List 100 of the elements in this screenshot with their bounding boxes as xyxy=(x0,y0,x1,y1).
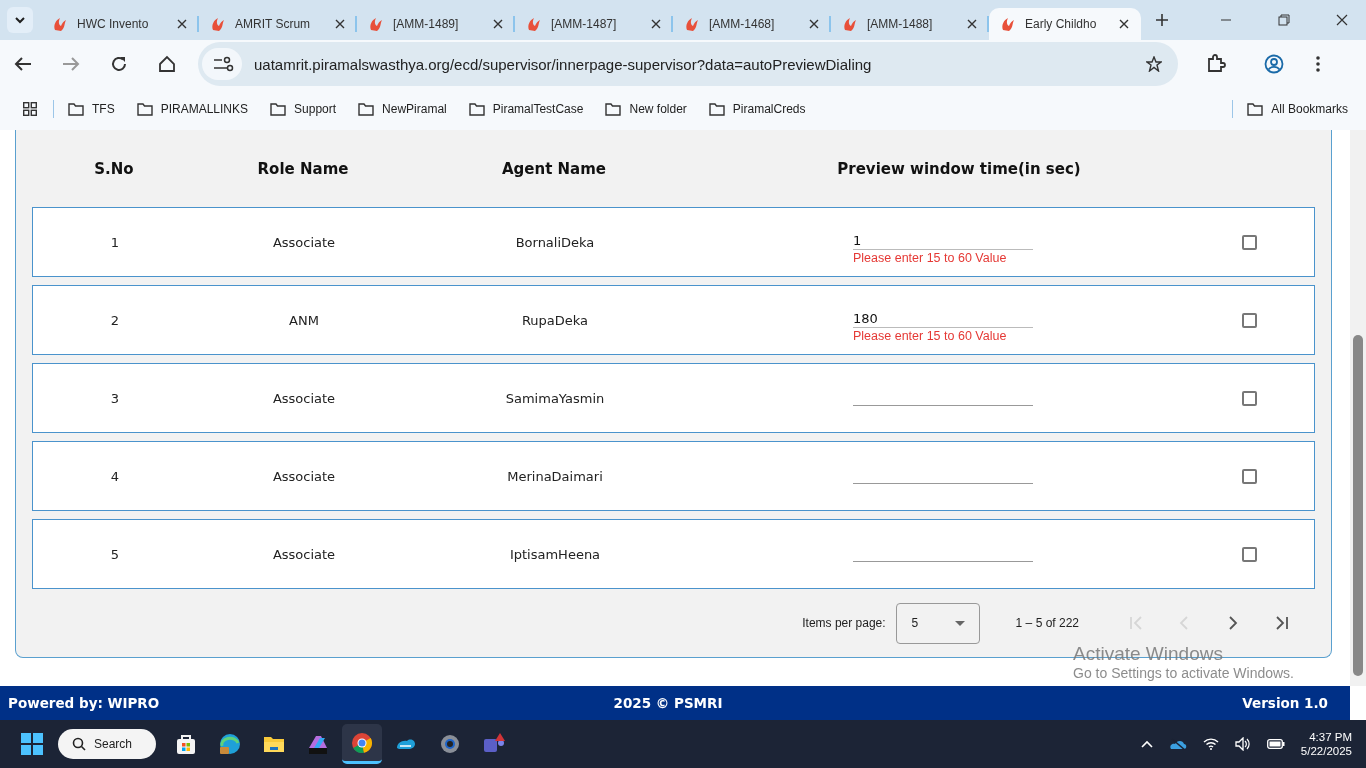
taskbar-search-field[interactable]: Search xyxy=(58,729,156,759)
battery-icon[interactable] xyxy=(1266,739,1285,749)
clock[interactable]: 4:37 PM 5/22/2025 xyxy=(1300,731,1366,757)
bookmark-star-icon[interactable] xyxy=(1146,56,1162,72)
table-cell-text: ANM xyxy=(288,312,320,328)
folder-icon xyxy=(1247,101,1264,117)
taskbar-app-button[interactable] xyxy=(342,724,382,764)
table-cell-text: 2 xyxy=(109,312,121,328)
close-icon[interactable] xyxy=(1336,14,1348,26)
table-cell-text: SamimaYasmin xyxy=(504,390,606,406)
table-cell-text: IptisamHeena xyxy=(508,546,602,562)
scrollbar[interactable] xyxy=(1350,130,1366,686)
apps-grid-icon[interactable] xyxy=(23,102,37,116)
table-cell-text: BornaliDeka xyxy=(514,234,596,250)
extensions-icon[interactable] xyxy=(1206,54,1226,74)
windows-start-icon[interactable] xyxy=(20,732,44,756)
settings-icon xyxy=(438,732,462,756)
checkbox[interactable] xyxy=(1242,312,1257,328)
home-icon[interactable] xyxy=(158,55,176,73)
folder-icon xyxy=(708,101,725,117)
column-header: S.No xyxy=(93,159,135,178)
new-tab-icon[interactable] xyxy=(1155,13,1169,27)
column-header: Role Name xyxy=(256,159,350,178)
table-cell-text: Associate xyxy=(271,546,337,562)
browser-tab[interactable]: AMRIT Scrum xyxy=(199,8,357,40)
tab-search-icon[interactable] xyxy=(7,7,33,33)
table-cell-text: 4 xyxy=(109,468,121,484)
table-cell-text: 1 xyxy=(109,234,121,250)
folder-icon xyxy=(358,101,375,117)
tab-title: Early Childho xyxy=(1025,17,1098,31)
bookmark-folder[interactable]: NewPiramal xyxy=(358,101,447,117)
browser-tab[interactable]: [AMM-1468] xyxy=(673,8,831,40)
tab-title: HWC Invento xyxy=(77,17,150,31)
table-cell-text: RupaDeka xyxy=(520,312,590,328)
folder-icon xyxy=(468,101,485,117)
checkbox[interactable] xyxy=(1242,234,1257,250)
folder-icon xyxy=(136,101,153,117)
profile-icon[interactable] xyxy=(1264,54,1284,74)
close-icon[interactable] xyxy=(651,19,661,29)
bookmark-folder[interactable]: PIRAMALLINKS xyxy=(136,101,249,117)
site-settings-icon[interactable] xyxy=(202,48,242,80)
error-message: Please enter 15 to 60 Value xyxy=(853,329,1007,343)
bookmark-folder[interactable]: New folder xyxy=(605,101,687,117)
close-icon[interactable] xyxy=(493,19,503,29)
checkbox[interactable] xyxy=(1242,546,1257,562)
page-size-select[interactable]: 5 xyxy=(895,602,980,644)
browser-tab[interactable]: Early Childho xyxy=(989,8,1141,40)
wifi-icon[interactable] xyxy=(1202,738,1219,750)
onedrive-icon[interactable] xyxy=(1168,738,1187,750)
footer-text: 2025 © PSMRI xyxy=(613,695,723,711)
close-icon[interactable] xyxy=(1119,19,1129,29)
folder-icon xyxy=(605,101,622,117)
table-cell-text: MerinaDaimari xyxy=(506,468,604,484)
edge-browser-icon xyxy=(218,732,242,756)
bookmark-folder[interactable]: TFS xyxy=(68,101,115,117)
table-cell-text: Associate xyxy=(271,468,337,484)
bookmark-folder[interactable]: PiramalCreds xyxy=(708,101,806,117)
back-icon[interactable] xyxy=(14,56,32,72)
flame-icon xyxy=(51,16,67,32)
search-icon xyxy=(72,737,86,751)
browser-tab[interactable]: [AMM-1489] xyxy=(357,8,515,40)
browser-tab[interactable]: [AMM-1488] xyxy=(831,8,989,40)
reload-icon[interactable] xyxy=(110,55,128,73)
chevron-up-icon[interactable] xyxy=(1140,740,1153,748)
activation-message: Go to Settings to activate Windows. xyxy=(1073,665,1294,681)
restore-icon[interactable] xyxy=(1278,14,1290,26)
tab-title: [AMM-1489] xyxy=(393,17,460,31)
table-cell-text: Associate xyxy=(271,234,337,250)
close-icon[interactable] xyxy=(967,19,977,29)
bookmark-folder[interactable]: PiramalTestCase xyxy=(468,101,584,117)
checkbox[interactable] xyxy=(1242,468,1257,484)
browser-tab[interactable]: [AMM-1487] xyxy=(515,8,673,40)
time-input-field[interactable]: 1 xyxy=(853,232,1033,250)
flame-icon xyxy=(367,16,383,32)
time-input-field[interactable]: 180 xyxy=(853,310,1033,328)
flame-icon xyxy=(525,16,541,32)
flame-icon xyxy=(999,16,1015,32)
column-header: Preview window time(in sec) xyxy=(836,159,1082,178)
footer-text: Version 1.0 xyxy=(1241,695,1328,711)
close-icon[interactable] xyxy=(809,19,819,29)
chrome-browser-icon xyxy=(350,730,374,755)
flame-icon xyxy=(209,16,225,32)
forward-icon xyxy=(62,56,80,72)
all-bookmarks-button[interactable]: All Bookmarks xyxy=(1247,101,1348,117)
checkbox[interactable] xyxy=(1242,390,1257,406)
bookmark-folder[interactable]: Support xyxy=(270,101,337,117)
browser-tab[interactable]: HWC Invento xyxy=(41,8,199,40)
url-text: uatamrit.piramalswasthya.org/ecd/supervisor/innerpage-supervisor?data=autoPreviewDialing xyxy=(254,55,873,73)
tab-title: [AMM-1487] xyxy=(551,17,618,31)
flame-icon xyxy=(841,16,857,32)
close-icon[interactable] xyxy=(177,19,187,29)
folder-icon xyxy=(270,101,287,117)
table-cell-text: 3 xyxy=(109,390,121,406)
close-icon[interactable] xyxy=(335,19,345,29)
more-icon[interactable] xyxy=(1316,56,1320,72)
address-bar[interactable]: uatamrit.piramalswasthya.org/ecd/supervisor/innerpage-supervisor?data=autoPreviewDialing xyxy=(198,42,1178,86)
volume-icon[interactable] xyxy=(1234,737,1251,751)
folder-icon xyxy=(68,101,84,117)
page-range-text: 1 – 5 of 222 xyxy=(1015,616,1079,630)
tab-title: AMRIT Scrum xyxy=(235,17,312,31)
